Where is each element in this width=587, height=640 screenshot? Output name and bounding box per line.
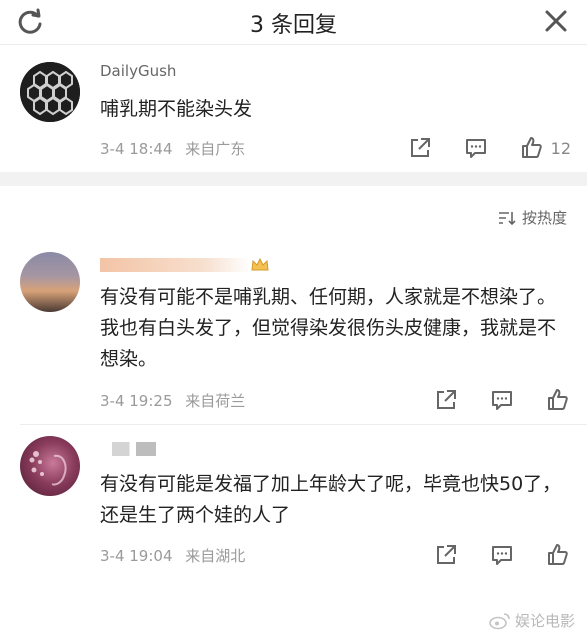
comment-icon[interactable] — [463, 135, 489, 161]
avatar[interactable] — [20, 62, 80, 122]
watermark: 娱论电影 — [489, 610, 575, 631]
page-title: 3 条回复 — [250, 13, 337, 38]
reply-divider — [20, 424, 587, 425]
comment-meta: 3-4 18:44 来自广东 — [100, 138, 245, 159]
reply-actions — [403, 542, 571, 568]
comment-text: 哺乳期不能染头发 — [100, 98, 253, 120]
share-icon[interactable] — [433, 542, 459, 568]
share-icon[interactable] — [433, 387, 459, 413]
like-icon[interactable] — [545, 387, 571, 413]
section-divider — [0, 172, 587, 186]
reply-actions — [403, 387, 571, 413]
username-redacted[interactable] — [100, 258, 250, 272]
reply-text: 有没有可能不是哺乳期、任何期，人家就是不想染了。我也有白头发了，但觉得染发很伤头… — [100, 286, 557, 370]
watermark-text: 娱论电影 — [514, 612, 575, 630]
close-icon[interactable] — [541, 6, 571, 36]
username-redacted[interactable] — [112, 442, 156, 456]
comment-icon[interactable] — [489, 542, 515, 568]
like-icon[interactable] — [519, 135, 545, 161]
reply-text: 有没有可能是发福了加上年龄大了呢，毕竟也快50了，还是生了两个娃的人了 — [100, 473, 562, 526]
comment-icon[interactable] — [489, 387, 515, 413]
reply-location: 来自湖北 — [185, 547, 246, 565]
like-count: 12 — [550, 138, 571, 158]
reply-time: 3-4 19:04 — [100, 547, 173, 565]
share-icon[interactable] — [407, 135, 433, 161]
sort-by-hot-button[interactable]: 按热度 — [498, 207, 567, 228]
reply-header: 3 条回复 — [0, 0, 587, 45]
username[interactable]: DailyGush — [100, 62, 176, 80]
reply-time: 3-4 19:25 — [100, 392, 173, 410]
reply-meta: 3-4 19:04 来自湖北 — [100, 545, 245, 566]
reply-location: 来自荷兰 — [185, 392, 246, 410]
comment-time: 3-4 18:44 — [100, 140, 173, 158]
weibo-logo-icon — [489, 612, 510, 629]
like-icon[interactable] — [545, 542, 571, 568]
comment-actions: 12 — [377, 135, 571, 161]
avatar[interactable] — [20, 252, 80, 312]
honeycomb-avatar-image — [20, 62, 80, 122]
floral-avatar-image — [29, 451, 67, 486]
comment-location: 来自广东 — [185, 140, 246, 158]
vip-crown-icon — [251, 257, 269, 271]
sort-icon — [498, 211, 516, 225]
sort-label: 按热度 — [521, 209, 567, 227]
reply-meta: 3-4 19:25 来自荷兰 — [100, 390, 245, 411]
avatar[interactable] — [20, 436, 80, 496]
